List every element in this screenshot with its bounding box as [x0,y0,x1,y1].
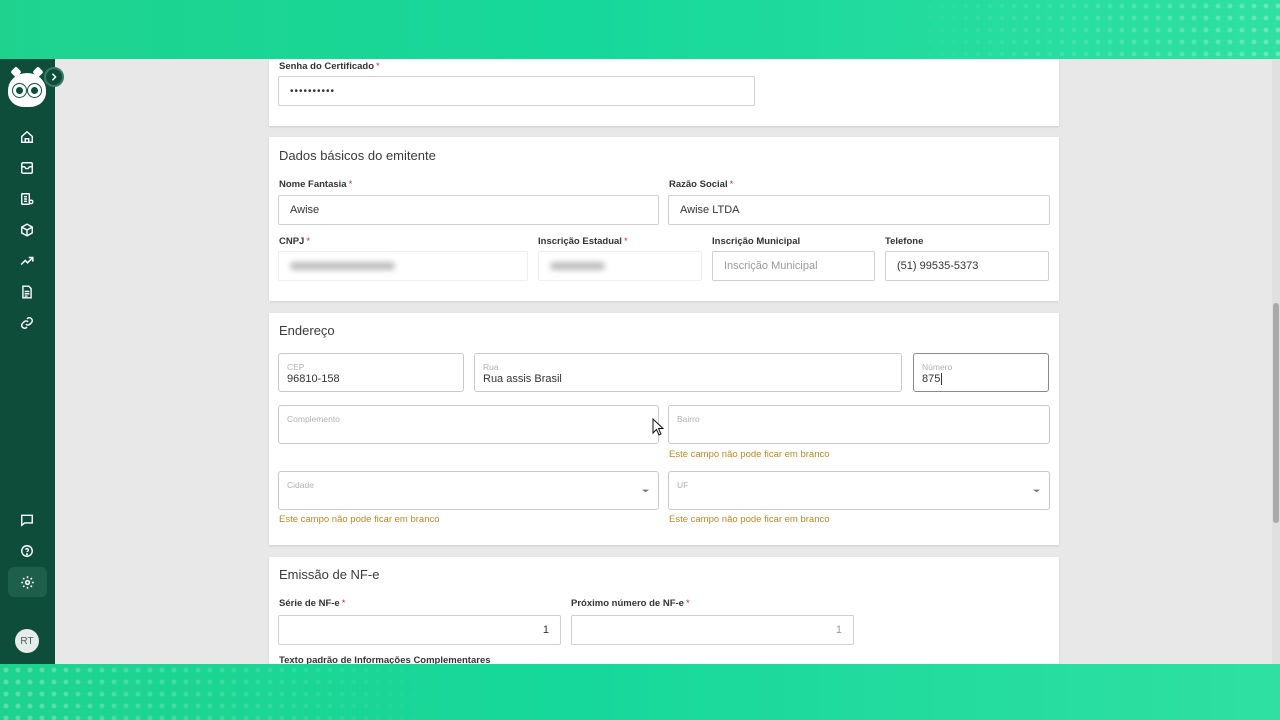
uf-select[interactable]: UF [668,471,1050,510]
proximo-numero-label: Próximo número de NF-e * [571,598,690,609]
redacted-value [290,262,395,270]
cep-label: CEP [287,362,305,372]
inscricao-municipal-label: Inscrição Municipal [712,236,801,247]
cidade-label: Cidade [287,480,314,490]
home-icon[interactable] [17,127,37,147]
chat-icon[interactable] [17,510,37,530]
uf-error: Este campo não pode ficar em branco [669,514,830,525]
telefone-input[interactable]: (51) 99535-5373 [885,251,1049,281]
numero-label: Número [922,362,953,372]
redacted-value [550,262,605,270]
numero-field[interactable]: Número 875 [913,353,1049,392]
complemento-label: Complemento [287,414,340,424]
inscricao-municipal-input[interactable]: Inscrição Municipal [712,251,875,281]
razao-social-input[interactable]: Awise LTDA [668,195,1050,225]
cnpj-label: CNPJ * [279,236,311,247]
cidade-select[interactable]: Cidade [278,471,659,510]
chevron-right-icon [51,73,57,81]
background-pattern-bottom [0,664,1280,720]
rua-field[interactable]: Rua Rua assis Brasil [474,353,902,392]
basic-data-card: Dados básicos do emitente Nome Fantasia *… [269,137,1059,301]
chevron-down-icon [641,489,650,493]
box-icon[interactable] [17,220,37,240]
certificate-card: Senha do Certificado * •••••••••• [269,59,1059,126]
address-title: Endereço [279,323,335,338]
proximo-numero-input[interactable]: 1 [571,615,854,645]
address-card: Endereço CEP 96810-158 Rua Rua assis Bra… [269,313,1059,545]
scrollbar-thumb[interactable] [1273,303,1279,523]
inscricao-estadual-input[interactable] [538,251,702,281]
settings-icon[interactable] [8,567,47,597]
mouse-cursor-icon [652,418,664,436]
inbox-icon[interactable] [17,158,37,178]
certificate-password-input[interactable]: •••••••••• [278,76,755,106]
cep-value: 96810-158 [287,373,340,385]
basic-data-title: Dados básicos do emitente [279,148,436,163]
cidade-error: Este campo não pode ficar em branco [279,514,440,525]
rua-value: Rua assis Brasil [483,373,562,385]
nome-fantasia-input[interactable]: Awise [278,195,659,225]
numero-value: 875 [922,373,943,385]
inscricao-estadual-label: Inscrição Estadual * [538,236,628,247]
chevron-down-icon [1032,489,1041,493]
serie-input[interactable]: 1 [278,615,561,645]
serie-label: Série de NF-e * [279,598,346,609]
bairro-error: Este campo não pode ficar em branco [669,449,830,460]
bairro-label: Bairro [677,414,700,424]
certificate-password-label: Senha do Certificado * [279,61,380,72]
texto-padrao-label: Texto padrão de Informações Complementar… [279,655,491,664]
sidebar: RT [0,59,55,664]
complemento-field[interactable]: Complemento [278,405,659,444]
app-window: RT Senha do Certificado * •••••••••• Dado… [0,59,1280,664]
help-icon[interactable] [17,541,37,561]
nfe-title: Emissão de NF-e [279,567,380,582]
trending-up-icon[interactable] [17,251,37,271]
razao-social-label: Razão Social * [669,179,734,190]
cnpj-input[interactable] [278,251,528,281]
cep-field[interactable]: CEP 96810-158 [278,353,464,392]
uf-label: UF [677,480,689,490]
link-icon[interactable] [17,313,37,333]
rua-label: Rua [483,362,499,372]
sidebar-expand-button[interactable] [44,67,64,87]
avatar[interactable]: RT [15,629,39,653]
list-icon[interactable] [17,189,37,209]
background-pattern-top [0,0,1280,60]
nfe-card: Emissão de NF-e Série de NF-e * 1 Próximo… [269,557,1059,664]
owl-logo-icon[interactable] [8,66,46,107]
document-icon[interactable] [17,282,37,302]
bairro-field[interactable]: Bairro [668,405,1050,444]
nome-fantasia-label: Nome Fantasia * [279,179,353,190]
telefone-label: Telefone [885,236,924,247]
